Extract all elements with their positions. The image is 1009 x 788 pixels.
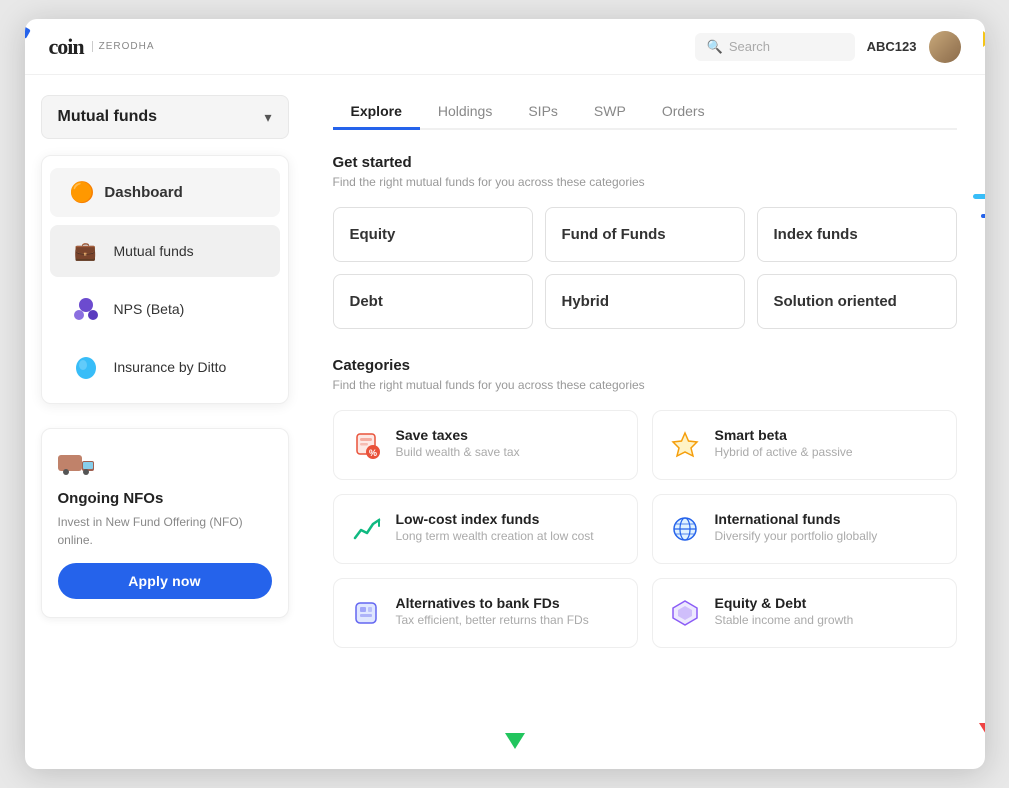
low-cost-index-sub: Long term wealth creation at low cost [396, 529, 594, 543]
category-low-cost-index[interactable]: Low-cost index funds Long term wealth cr… [333, 494, 638, 564]
nps-label: NPS (Beta) [114, 301, 185, 317]
get-started-desc: Find the right mutual funds for you acro… [333, 175, 957, 189]
sidebar-dropdown[interactable]: Mutual funds ▾ [41, 95, 289, 139]
international-icon [667, 511, 703, 547]
get-started-title: Get started [333, 154, 957, 171]
logo-zerodha: zerodha [92, 41, 155, 52]
search-bar[interactable]: 🔍 Search [695, 33, 855, 61]
tab-explore[interactable]: Explore [333, 95, 420, 130]
fund-card-equity[interactable]: Equity [333, 207, 533, 262]
fund-card-solution-oriented[interactable]: Solution oriented [757, 274, 957, 329]
smart-beta-icon [667, 427, 703, 463]
svg-text:%: % [368, 448, 376, 458]
deco-bar-h2 [981, 214, 985, 218]
international-info: International funds Diversify your portf… [715, 511, 878, 543]
deco-triangle-right [983, 31, 985, 47]
sidebar-item-mutual-funds[interactable]: 💼 Mutual funds [50, 225, 280, 277]
sidebar-dropdown-label: Mutual funds [58, 108, 158, 126]
international-name: International funds [715, 511, 878, 527]
category-equity-debt[interactable]: Equity & Debt Stable income and growth [652, 578, 957, 648]
categories-desc: Find the right mutual funds for you acro… [333, 378, 957, 392]
category-save-taxes[interactable]: % Save taxes Build wealth & save tax [333, 410, 638, 480]
dashboard-icon: 🟠 [70, 180, 95, 205]
nfo-desc: Invest in New Fund Offering (NFO) online… [58, 513, 272, 549]
save-taxes-sub: Build wealth & save tax [396, 445, 520, 459]
equity-debt-sub: Stable income and growth [715, 613, 854, 627]
sidebar-item-dashboard[interactable]: 🟠 Dashboard [50, 168, 280, 217]
sidebar: Mutual funds ▾ 🟠 Dashboard 💼 Mutual fund… [25, 75, 305, 769]
category-international[interactable]: International funds Diversify your portf… [652, 494, 957, 564]
categories-title: Categories [333, 357, 957, 374]
nfo-title: Ongoing NFOs [58, 490, 272, 507]
logo-area: coin zerodha [49, 34, 155, 60]
avatar [929, 31, 961, 63]
deco-triangle-bottom-right [979, 723, 985, 739]
category-alternatives-fd[interactable]: Alternatives to bank FDs Tax efficient, … [333, 578, 638, 648]
sidebar-item-nps[interactable]: NPS (Beta) [50, 283, 280, 335]
smart-beta-info: Smart beta Hybrid of active & passive [715, 427, 853, 459]
tab-swp[interactable]: SWP [576, 95, 644, 130]
content-area: Explore Holdings SIPs SWP Orders Get sta… [305, 75, 985, 769]
truck-icon [58, 450, 96, 481]
smart-beta-sub: Hybrid of active & passive [715, 445, 853, 459]
header-right: 🔍 Search ABC123 [695, 31, 961, 63]
low-cost-index-icon [348, 511, 384, 547]
alternatives-fd-icon [348, 595, 384, 631]
search-placeholder: Search [729, 39, 770, 54]
mutual-funds-label: Mutual funds [114, 243, 194, 259]
apply-now-button[interactable]: Apply now [58, 563, 272, 599]
app-window: coin zerodha 🔍 Search ABC123 Mutual fund… [25, 19, 985, 769]
equity-debt-icon [667, 595, 703, 631]
header: coin zerodha 🔍 Search ABC123 [25, 19, 985, 75]
tabs: Explore Holdings SIPs SWP Orders [333, 95, 957, 130]
save-taxes-info: Save taxes Build wealth & save tax [396, 427, 520, 459]
sidebar-dashboard-label: Dashboard [104, 184, 182, 201]
logo-coin: coin [49, 34, 84, 60]
sidebar-menu: 🟠 Dashboard 💼 Mutual funds NPS (Beta) [41, 155, 289, 404]
insurance-label: Insurance by Ditto [114, 359, 227, 375]
fund-grid: Equity Fund of Funds Index funds Debt Hy… [333, 207, 957, 329]
mutual-funds-icon: 💼 [70, 235, 102, 267]
fund-card-index-funds[interactable]: Index funds [757, 207, 957, 262]
main-layout: Mutual funds ▾ 🟠 Dashboard 💼 Mutual fund… [25, 75, 985, 769]
fund-card-hybrid[interactable]: Hybrid [545, 274, 745, 329]
sidebar-item-insurance[interactable]: Insurance by Ditto [50, 341, 280, 393]
smart-beta-name: Smart beta [715, 427, 853, 443]
equity-debt-info: Equity & Debt Stable income and growth [715, 595, 854, 627]
tab-sips[interactable]: SIPs [510, 95, 576, 130]
nps-icon [70, 293, 102, 325]
tab-orders[interactable]: Orders [644, 95, 723, 130]
search-icon: 🔍 [707, 39, 723, 55]
equity-debt-name: Equity & Debt [715, 595, 854, 611]
international-sub: Diversify your portfolio globally [715, 529, 878, 543]
alternatives-fd-sub: Tax efficient, better returns than FDs [396, 613, 589, 627]
chevron-down-icon: ▾ [264, 109, 271, 126]
deco-bar-h [973, 194, 985, 199]
insurance-icon [70, 351, 102, 383]
low-cost-index-info: Low-cost index funds Long term wealth cr… [396, 511, 594, 543]
categories-grid: % Save taxes Build wealth & save tax Sma… [333, 410, 957, 648]
fund-card-debt[interactable]: Debt [333, 274, 533, 329]
save-taxes-icon: % [348, 427, 384, 463]
alternatives-fd-name: Alternatives to bank FDs [396, 595, 589, 611]
tab-holdings[interactable]: Holdings [420, 95, 510, 130]
avatar-image [929, 31, 961, 63]
category-smart-beta[interactable]: Smart beta Hybrid of active & passive [652, 410, 957, 480]
alternatives-fd-info: Alternatives to bank FDs Tax efficient, … [396, 595, 589, 627]
low-cost-index-name: Low-cost index funds [396, 511, 594, 527]
deco-triangle-bottom [505, 733, 525, 749]
fund-card-fund-of-funds[interactable]: Fund of Funds [545, 207, 745, 262]
user-id: ABC123 [867, 39, 917, 54]
nfo-icon-area [58, 447, 272, 482]
save-taxes-name: Save taxes [396, 427, 520, 443]
nfo-card: Ongoing NFOs Invest in New Fund Offering… [41, 428, 289, 618]
